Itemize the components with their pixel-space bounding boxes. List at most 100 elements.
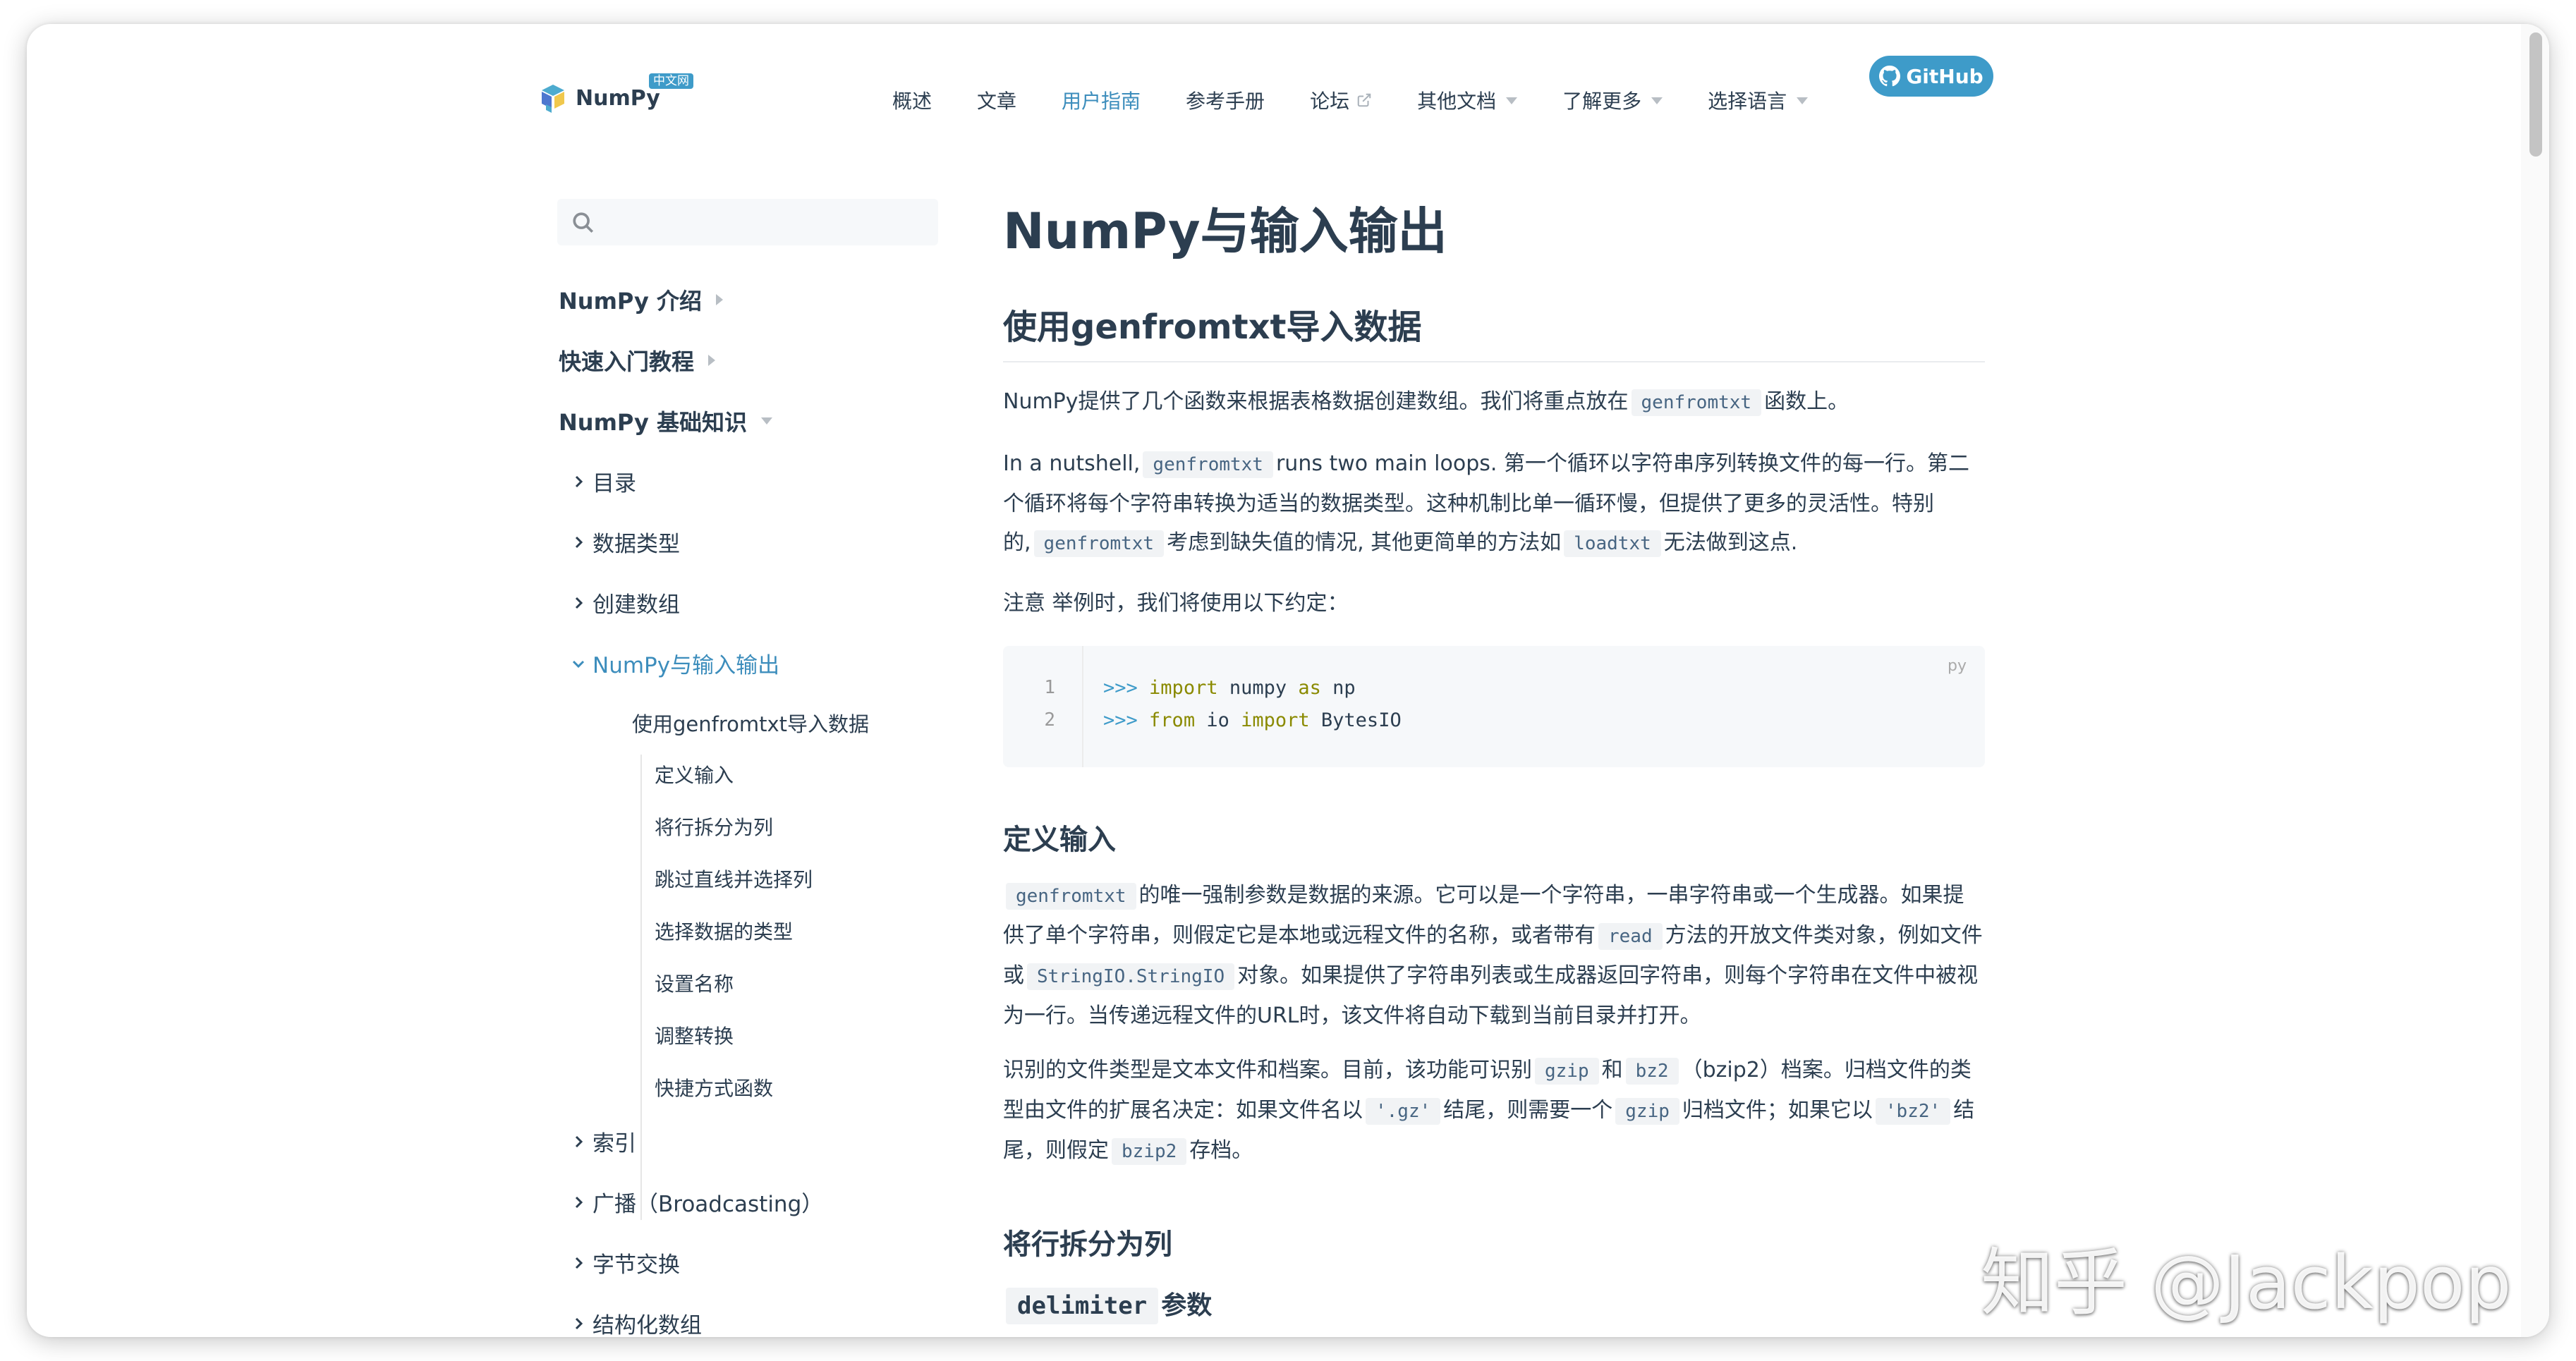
sidebar-subsub-item[interactable]: 跳过直线并选择列 — [655, 865, 813, 893]
sidebar-section-label: NumPy与输入输出 — [593, 653, 780, 678]
subheading-delimiter: delimiter 参数 — [1003, 1285, 1212, 1324]
text-span: 结尾，则需要一个 — [1443, 1098, 1613, 1123]
code-token: np — [1320, 677, 1356, 699]
code-token: from — [1149, 709, 1196, 731]
inline-code: read — [1598, 923, 1663, 950]
inline-code: genfromtxt — [1631, 389, 1762, 416]
nav-forum[interactable]: 论坛 — [1310, 86, 1372, 114]
text-span: 考虑到缺失值的情况, 其他更简单的方法如 — [1167, 530, 1562, 555]
text-span: In a nutshell, — [1003, 451, 1141, 476]
subsection-guide-line — [640, 755, 642, 1220]
search-input[interactable] — [607, 206, 927, 240]
nav-language[interactable]: 选择语言 — [1708, 86, 1809, 114]
paragraph-intro: NumPy提供了几个函数来根据表格数据创建数组。我们将重点放在 genfromtx… — [1003, 382, 1983, 422]
sidebar-section-label: 数据类型 — [593, 532, 680, 557]
sidebar-section-contents[interactable]: 目录 — [570, 465, 636, 497]
sidebar-item-quickstart[interactable]: 快速入门教程 — [559, 344, 716, 377]
inline-code: genfromtxt — [1143, 451, 1273, 478]
chevron-right-icon — [575, 1135, 583, 1147]
sidebar-section-label: 字节交换 — [593, 1252, 680, 1278]
sidebar-section-io[interactable]: NumPy与输入输出 — [570, 647, 779, 679]
sidebar-subsub-item[interactable]: 选择数据的类型 — [655, 917, 793, 945]
code-token: import — [1241, 709, 1310, 731]
inline-code: 'bz2' — [1875, 1098, 1951, 1125]
search-box[interactable] — [557, 199, 938, 245]
inline-code: StringIO.StringIO — [1027, 963, 1235, 990]
sidebar-section-byteswap[interactable]: 字节交换 — [570, 1247, 680, 1278]
code-token: >>> — [1103, 677, 1138, 699]
text-span: 和 — [1601, 1058, 1623, 1082]
inline-code: loadtxt — [1564, 530, 1661, 557]
nav-articles[interactable]: 文章 — [977, 86, 1016, 114]
scrollbar-track[interactable] — [2521, 24, 2549, 1337]
code-token: io — [1195, 709, 1241, 731]
nav-articles-label: 文章 — [977, 90, 1017, 113]
sidebar-item-numpy-intro[interactable]: NumPy 介绍 — [559, 283, 723, 316]
nav-overview-label: 概述 — [892, 90, 932, 113]
sidebar-section-label: 创建数组 — [593, 592, 680, 618]
section-heading-genfromtxt: 使用genfromtxt导入数据 — [1003, 307, 1422, 347]
code-token: BytesIO — [1309, 709, 1402, 731]
code-token: numpy — [1217, 677, 1299, 699]
page-title: NumPy与输入输出 — [1003, 202, 1447, 260]
inline-code: delimiter — [1006, 1288, 1159, 1324]
sidebar-section-label: 广播（Broadcasting） — [593, 1192, 824, 1217]
caret-down-icon — [760, 417, 772, 425]
github-button[interactable]: GitHub — [1869, 56, 1993, 97]
code-language-label: py — [1948, 657, 1967, 675]
caret-right-icon — [708, 355, 716, 366]
sidebar-section-creation[interactable]: 创建数组 — [570, 587, 680, 618]
caret-down-icon — [1797, 97, 1809, 104]
sidebar-subsub-item[interactable]: 调整转换 — [655, 1021, 734, 1049]
code-block: 1 2 >>> import numpy as np >>> from io i… — [1003, 646, 1985, 767]
text-span: 函数上。 — [1764, 389, 1849, 414]
sidebar-item-label: NumPy 基础知识 — [559, 409, 747, 436]
nav-user-guide-label: 用户指南 — [1062, 90, 1141, 113]
text-span: 存档。 — [1189, 1138, 1253, 1163]
nav-other-docs-label: 其他文档 — [1417, 90, 1497, 113]
chevron-right-icon — [575, 1257, 583, 1269]
sidebar-section-label: 目录 — [593, 471, 636, 496]
sidebar-subsub-item[interactable]: 快捷方式函数 — [655, 1073, 773, 1101]
code-line: >>> import numpy as np — [1103, 677, 1356, 699]
caret-right-icon — [715, 294, 723, 305]
section-heading-split-lines: 将行拆分为列 — [1003, 1228, 1172, 1261]
chevron-right-icon — [575, 536, 583, 548]
sidebar-section-label: 结构化数组 — [593, 1313, 702, 1337]
browser-window: NumPy 中文网 概述 文章 用户指南 参考手册 论坛 其他文档 了解更多 选… — [27, 24, 2549, 1337]
inline-code: genfromtxt — [1033, 530, 1165, 557]
code-token: as — [1298, 677, 1321, 699]
sidebar-subsub-item[interactable]: 设置名称 — [655, 969, 734, 997]
external-link-icon — [1357, 93, 1371, 107]
text-span: NumPy提供了几个函数来根据表格数据创建数组。我们将重点放在 — [1003, 389, 1629, 414]
search-icon — [573, 212, 594, 233]
nav-user-guide[interactable]: 用户指南 — [1062, 86, 1141, 114]
heading-divider — [1003, 361, 1985, 362]
sidebar-subsub-item[interactable]: 将行拆分为列 — [655, 812, 773, 841]
sidebar-section-broadcasting[interactable]: 广播（Broadcasting） — [570, 1186, 823, 1218]
nav-links: 概述 文章 用户指南 参考手册 论坛 其他文档 了解更多 选择语言 — [892, 80, 1853, 120]
code-token: >>> — [1103, 709, 1138, 731]
nav-learn-more[interactable]: 了解更多 — [1562, 86, 1663, 114]
sidebar-section-indexing[interactable]: 索引 — [570, 1125, 636, 1157]
sidebar-subsub-item[interactable]: 定义输入 — [655, 760, 734, 788]
sidebar-section-dtypes[interactable]: 数据类型 — [570, 526, 680, 558]
paragraph-nutshell: In a nutshell, genfromtxt runs two main lo… — [1003, 444, 1983, 563]
section-heading-define-input: 定义输入 — [1003, 824, 1116, 856]
nav-forum-label: 论坛 — [1310, 90, 1350, 113]
logo-text: NumPy — [576, 86, 660, 111]
sidebar-item-numpy-basics[interactable]: NumPy 基础知识 — [559, 405, 772, 437]
nav-reference[interactable]: 参考手册 — [1186, 86, 1265, 114]
chevron-right-icon — [575, 597, 583, 609]
code-token: import — [1149, 677, 1218, 699]
nav-overview[interactable]: 概述 — [892, 86, 932, 114]
chevron-right-icon — [575, 475, 583, 487]
chevron-down-icon — [572, 660, 585, 668]
text-span: 无法做到这点. — [1663, 530, 1798, 555]
sidebar-section-label: 索引 — [593, 1131, 636, 1156]
text-span: 识别的文件类型是文本文件和档案。目前，该功能可识别 — [1003, 1058, 1532, 1082]
sidebar-sub-genfromtxt[interactable]: 使用genfromtxt导入数据 — [632, 708, 869, 738]
sidebar-section-structured[interactable]: 结构化数组 — [570, 1307, 702, 1337]
caret-down-icon — [1506, 97, 1518, 104]
nav-other-docs[interactable]: 其他文档 — [1417, 86, 1518, 114]
